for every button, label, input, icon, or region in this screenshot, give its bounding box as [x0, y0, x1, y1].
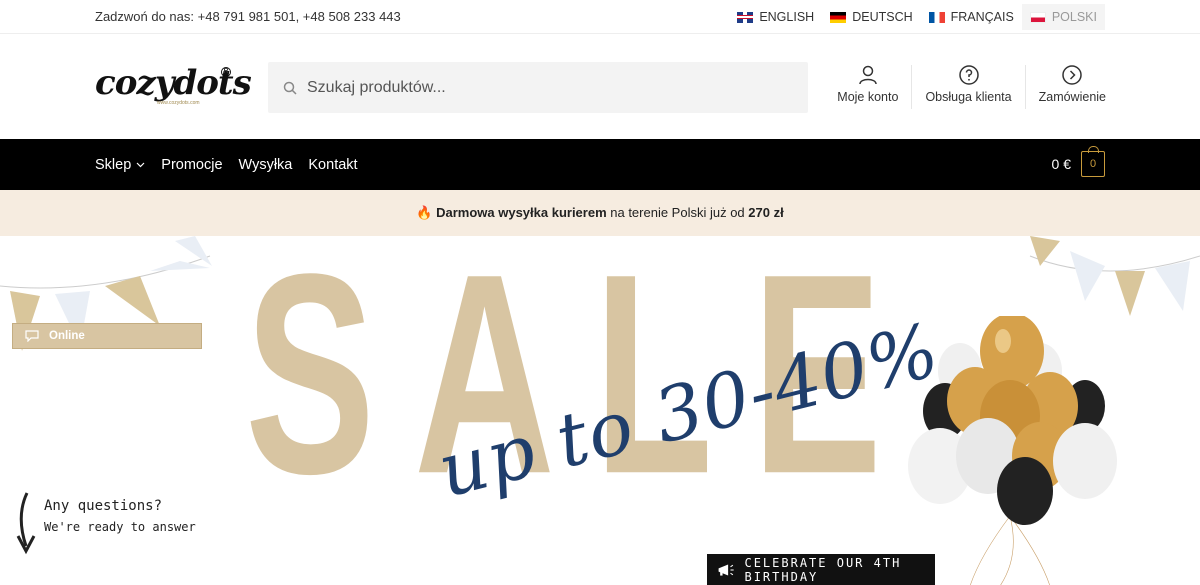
order-link[interactable]: Zamówienie — [1024, 65, 1106, 109]
cart-bag-icon: 0 — [1081, 146, 1105, 177]
site-logo[interactable]: cozydots R www.cozydots.com — [95, 63, 252, 111]
pl-flag-icon — [1029, 11, 1046, 23]
customer-service-link[interactable]: Obsługa klienta — [911, 65, 1024, 109]
arrow-down-doodle-icon — [16, 492, 36, 555]
questions-text: Any questions? — [44, 498, 163, 514]
birthday-banner: CELEBRATE OUR 4TH BIRTHDAY — [707, 554, 935, 585]
lang-francais[interactable]: FRANÇAIS — [921, 4, 1022, 30]
search-bar — [268, 62, 808, 113]
language-switcher: ENGLISH DEUTSCH FRANÇAIS POLSKI — [729, 4, 1105, 30]
user-icon — [859, 65, 877, 85]
my-account-link[interactable]: Moje konto — [837, 65, 911, 109]
bunting-right-decoration — [1029, 236, 1200, 316]
logo-url: www.cozydots.com — [157, 100, 200, 106]
phone-info: Zadzwoń do nas: +48 791 981 501, +48 508… — [95, 9, 401, 24]
gb-flag-icon — [737, 11, 754, 23]
de-flag-icon — [830, 11, 847, 23]
cart-button[interactable]: 0 € 0 — [1051, 146, 1105, 177]
header-links: Moje konto Obsługa klienta Zamówienie — [837, 65, 1106, 109]
cart-total: 0 € — [1051, 156, 1071, 172]
site-header: cozydots R www.cozydots.com Moje konto O… — [0, 35, 1200, 139]
hero-banner[interactable]: SALE up to 30-40% Any questions? We're r… — [0, 236, 1200, 585]
nav-item-promocje[interactable]: Promocje — [161, 157, 222, 173]
balloons-decoration — [908, 316, 1117, 585]
lang-deutsch[interactable]: DEUTSCH — [822, 4, 920, 30]
chevron-down-icon — [136, 162, 145, 168]
fire-icon: 🔥 — [416, 205, 433, 220]
answer-text: We're ready to answer — [44, 520, 196, 534]
lang-english[interactable]: ENGLISH — [729, 4, 822, 30]
search-input[interactable] — [307, 78, 787, 97]
megaphone-icon — [718, 563, 734, 576]
main-nav: Sklep Promocje Wysyłka Kontakt 0 € 0 — [0, 139, 1200, 190]
fr-flag-icon — [928, 11, 945, 23]
promo-banner: 🔥 Darmowa wysyłka kurierem na terenie Po… — [0, 190, 1200, 236]
chat-bubble-icon — [25, 330, 39, 342]
chat-widget-button[interactable]: Online — [12, 323, 202, 349]
nav-item-sklep[interactable]: Sklep — [95, 157, 145, 173]
nav-item-wysylka[interactable]: Wysyłka — [239, 157, 293, 173]
help-icon — [958, 65, 979, 85]
chevron-right-circle-icon — [1062, 65, 1083, 85]
registered-mark-icon: R — [221, 67, 231, 77]
search-icon — [283, 81, 297, 95]
nav-item-kontakt[interactable]: Kontakt — [308, 157, 357, 173]
lang-polski[interactable]: POLSKI — [1021, 4, 1105, 30]
top-bar: Zadzwoń do nas: +48 791 981 501, +48 508… — [0, 0, 1200, 34]
